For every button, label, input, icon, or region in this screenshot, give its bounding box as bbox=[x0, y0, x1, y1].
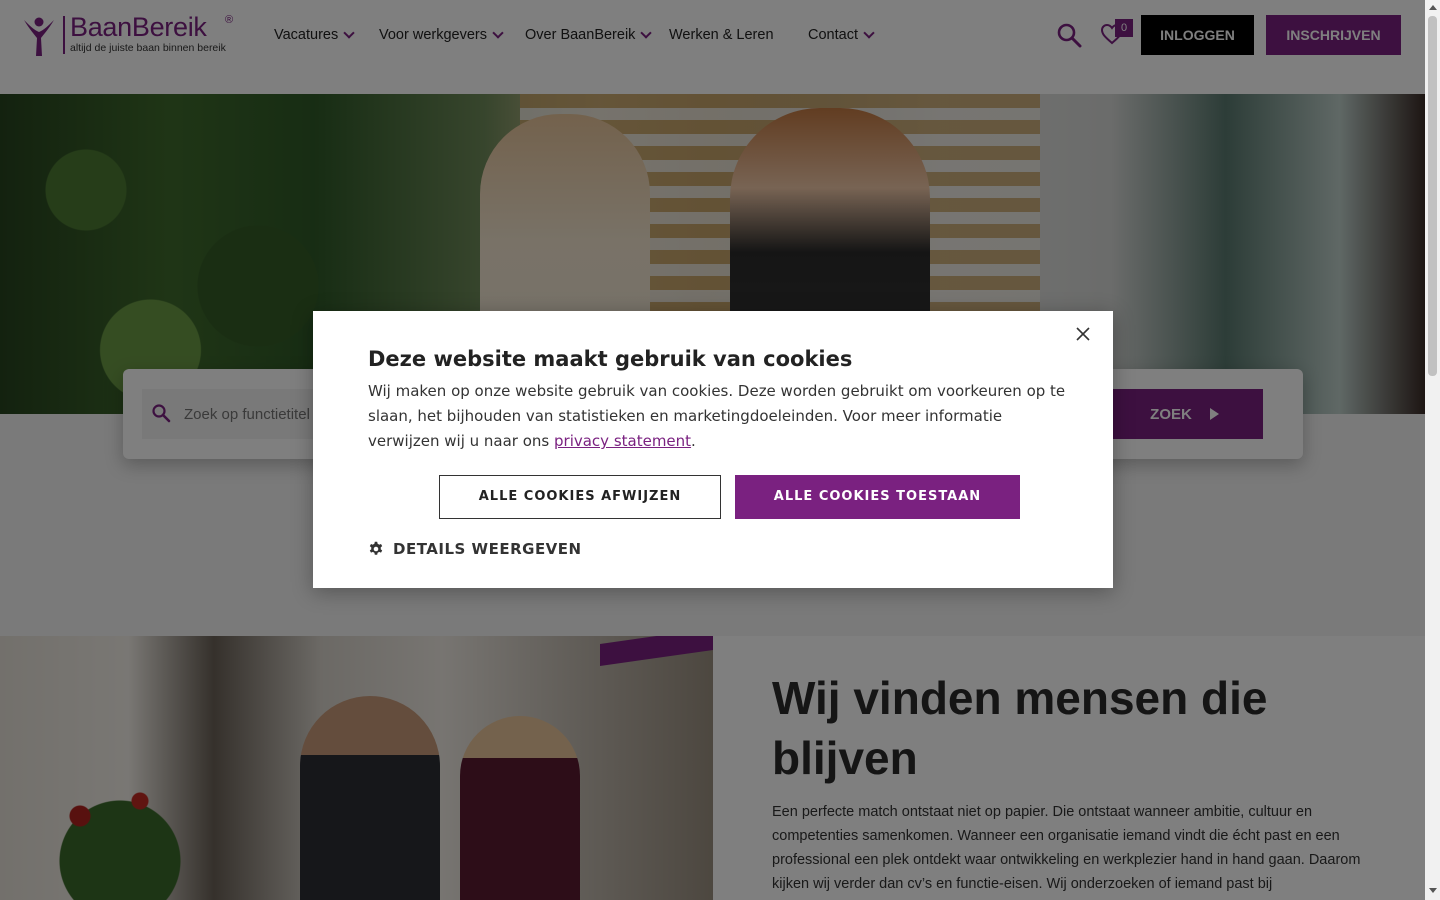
cookie-text-main: Wij maken op onze website gebruik van co… bbox=[368, 382, 1066, 450]
show-details-toggle[interactable]: DETAILS WEERGEVEN bbox=[368, 538, 582, 560]
scrollbar-thumb[interactable] bbox=[1428, 16, 1437, 376]
cookie-dialog-title: Deze website maakt gebruik van cookies bbox=[368, 347, 853, 371]
scroll-down-arrow-icon[interactable] bbox=[1429, 888, 1437, 893]
reject-all-cookies-button[interactable]: ALLE COOKIES AFWIJZEN bbox=[439, 475, 721, 519]
accept-all-cookies-button[interactable]: ALLE COOKIES TOESTAAN bbox=[735, 475, 1020, 519]
scroll-up-arrow-icon[interactable] bbox=[1429, 5, 1437, 10]
gear-icon bbox=[369, 541, 383, 555]
cookie-text-end: . bbox=[691, 432, 696, 450]
privacy-statement-link[interactable]: privacy statement bbox=[554, 432, 691, 450]
show-details-label: DETAILS WEERGEVEN bbox=[393, 540, 582, 558]
cookie-dialog-text: Wij maken op onze website gebruik van co… bbox=[368, 379, 1068, 454]
close-icon[interactable] bbox=[1074, 325, 1092, 343]
